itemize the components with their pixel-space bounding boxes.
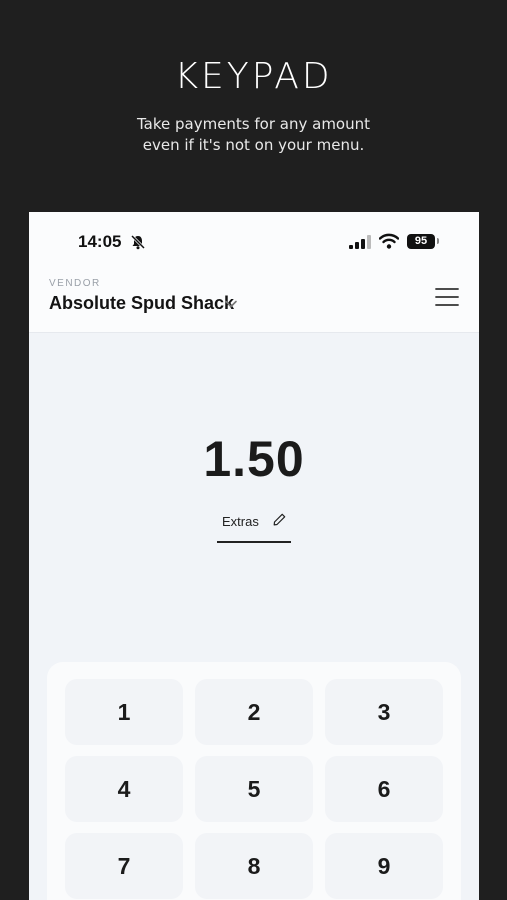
chevron-down-icon[interactable] — [224, 298, 238, 310]
status-time: 14:05 — [78, 232, 122, 251]
app-header: VENDOR Absolute Spud Shack — [29, 274, 479, 333]
vendor-selector[interactable]: Absolute Spud Shack — [49, 293, 234, 314]
key-4[interactable]: 4 — [65, 756, 183, 822]
battery-indicator: 95 — [407, 234, 435, 249]
key-9[interactable]: 9 — [325, 833, 443, 899]
promo-subtitle-line-2: even if it's not on your menu. — [142, 136, 365, 154]
promo-subtitle: Take payments for any amount even if it'… — [0, 114, 507, 156]
key-7[interactable]: 7 — [65, 833, 183, 899]
promo-title: KEYPAD — [174, 56, 333, 97]
battery-tip — [437, 238, 439, 244]
key-5[interactable]: 5 — [195, 756, 313, 822]
vendor-label: VENDOR — [49, 278, 101, 289]
key-6[interactable]: 6 — [325, 756, 443, 822]
amount-display: 1.50 — [203, 431, 305, 487]
hamburger-menu-icon[interactable] — [435, 286, 459, 308]
signal-icon — [349, 235, 371, 249]
status-bar: 14:05 95 — [29, 212, 479, 274]
key-1[interactable]: 1 — [65, 679, 183, 745]
promo-subtitle-line-1: Take payments for any amount — [136, 115, 371, 133]
keypad: 1 2 3 4 5 6 7 8 9 — [47, 662, 461, 900]
key-3[interactable]: 3 — [325, 679, 443, 745]
wifi-icon — [379, 233, 399, 249]
key-8[interactable]: 8 — [195, 833, 313, 899]
pencil-icon[interactable] — [273, 513, 286, 526]
bell-muted-icon — [130, 234, 146, 250]
key-2[interactable]: 2 — [195, 679, 313, 745]
extras-note-field[interactable]: Extras — [217, 509, 291, 543]
phone-screen: 14:05 95 VENDOR Absolute Spud Shack 1.50… — [29, 212, 479, 900]
note-label: Extras — [222, 514, 259, 529]
